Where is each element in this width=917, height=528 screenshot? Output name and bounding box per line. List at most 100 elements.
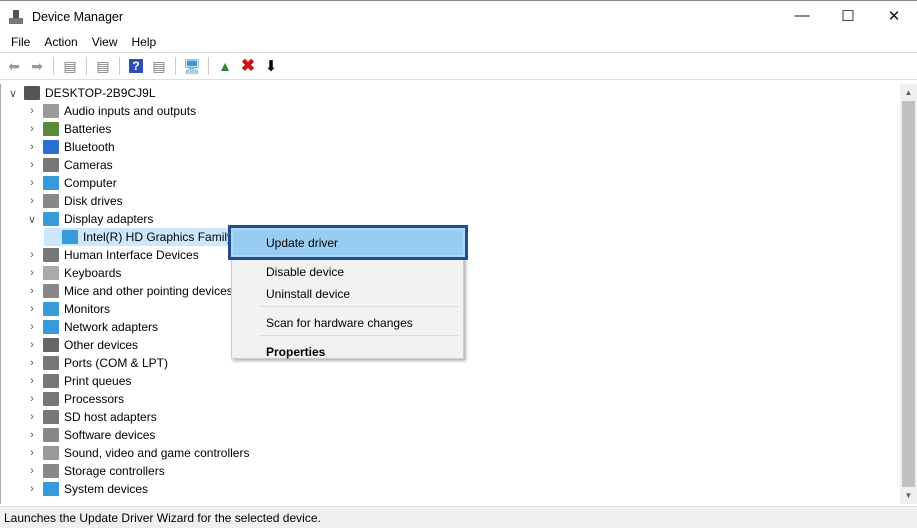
chevron-right-icon[interactable]: › xyxy=(25,393,39,405)
help-icon[interactable]: ? xyxy=(126,56,146,76)
tree-category[interactable]: › Sound, video and game controllers xyxy=(25,444,249,462)
tree-item-label: Network adapters xyxy=(64,320,159,334)
close-button[interactable]: ✕ xyxy=(871,0,917,31)
tree-category[interactable]: › Monitors xyxy=(25,300,110,318)
action-pane-icon[interactable]: ▤ xyxy=(149,56,169,76)
tree-item-label: Bluetooth xyxy=(64,140,115,154)
tree-item-label: DESKTOP-2B9CJ9L xyxy=(45,86,156,100)
uninstall-icon[interactable]: ✖ xyxy=(238,56,258,76)
disable-download-icon[interactable]: ⬇ xyxy=(261,56,281,76)
menu-help[interactable]: Help xyxy=(125,35,164,49)
show-hide-console-tree-icon[interactable]: ▤ xyxy=(60,56,80,76)
toolbar: ⬅ ➡ ▤ ▤ ? ▤ 🖥 ▲ ✖ ⬇ xyxy=(0,52,917,80)
tree-item-label: Software devices xyxy=(64,428,156,442)
scan-hardware-icon[interactable]: 🖥 xyxy=(182,56,202,76)
tree-category[interactable]: › System devices xyxy=(25,480,148,498)
menu-item-properties[interactable]: Properties xyxy=(266,345,325,359)
tree-category[interactable]: › Processors xyxy=(25,390,124,408)
chevron-down-icon[interactable]: ∨ xyxy=(6,87,20,100)
tree-category[interactable]: › Computer xyxy=(25,174,117,192)
chevron-right-icon[interactable]: › xyxy=(25,141,39,153)
device-icon xyxy=(62,230,78,244)
chevron-right-icon[interactable]: › xyxy=(25,429,39,441)
device-icon xyxy=(43,158,59,172)
tree-category[interactable]: › Other devices xyxy=(25,336,138,354)
menu-item-uninstall-device[interactable]: Uninstall device xyxy=(266,287,350,301)
tree-item-label: Keyboards xyxy=(64,266,122,280)
menu-view[interactable]: View xyxy=(85,35,125,49)
tree-category[interactable]: › SD host adapters xyxy=(25,408,157,426)
tree-item-label: Batteries xyxy=(64,122,112,136)
chevron-right-icon[interactable]: › xyxy=(25,159,39,171)
tree-category[interactable]: › Bluetooth xyxy=(25,138,115,156)
chevron-right-icon[interactable]: › xyxy=(25,321,39,333)
window-title: Device Manager xyxy=(32,9,124,24)
device-icon xyxy=(43,122,59,136)
chevron-right-icon[interactable]: › xyxy=(25,483,39,495)
tree-category[interactable]: › Batteries xyxy=(25,120,111,138)
tree-category[interactable]: ∨ Display adapters xyxy=(25,210,153,228)
chevron-right-icon[interactable]: › xyxy=(25,357,39,369)
back-icon[interactable]: ⬅ xyxy=(4,56,24,76)
menu-bar: File Action View Help xyxy=(0,32,917,52)
device-icon xyxy=(43,302,59,316)
tree-item-label: Monitors xyxy=(64,302,111,316)
tree-item-label: Sound, video and game controllers xyxy=(64,446,250,460)
menu-item-update-driver[interactable]: Update driver xyxy=(228,225,468,260)
tree-category[interactable]: › Software devices xyxy=(25,426,155,444)
minimize-button[interactable]: — xyxy=(779,0,825,31)
chevron-right-icon[interactable]: › xyxy=(25,411,39,423)
scrollbar-thumb[interactable] xyxy=(902,101,915,487)
tree-item-label: Cameras xyxy=(64,158,113,172)
tree-category[interactable]: › Mice and other pointing devices xyxy=(25,282,233,300)
scroll-up-arrow-icon[interactable]: ▲ xyxy=(900,84,917,101)
tree-category[interactable]: › Print queues xyxy=(25,372,131,390)
scroll-down-arrow-icon[interactable]: ▼ xyxy=(900,487,917,504)
chevron-right-icon[interactable]: › xyxy=(25,123,39,135)
device-icon xyxy=(43,482,59,496)
tree-category[interactable]: › Human Interface Devices xyxy=(25,246,199,264)
tree-category[interactable]: › Keyboards xyxy=(25,264,121,282)
tree-category[interactable]: › Cameras xyxy=(25,156,113,174)
tree-device[interactable]: Intel(R) HD Graphics Family xyxy=(44,228,234,246)
chevron-right-icon[interactable]: › xyxy=(25,105,39,117)
tree-category[interactable]: › Ports (COM & LPT) xyxy=(25,354,168,372)
menu-item-disable-device[interactable]: Disable device xyxy=(266,265,344,279)
tree-item-label: Display adapters xyxy=(64,212,154,226)
chevron-right-icon[interactable]: › xyxy=(25,303,39,315)
tree-category[interactable]: › Disk drives xyxy=(25,192,123,210)
chevron-right-icon[interactable]: › xyxy=(25,285,39,297)
status-bar: Launches the Update Driver Wizard for th… xyxy=(0,506,917,528)
tree-item-label: Ports (COM & LPT) xyxy=(64,356,169,370)
device-icon xyxy=(43,338,59,352)
chevron-right-icon[interactable]: › xyxy=(25,465,39,477)
vertical-scrollbar[interactable]: ▲ ▼ xyxy=(900,84,917,504)
forward-icon[interactable]: ➡ xyxy=(27,56,47,76)
update-driver-label: Update driver xyxy=(266,236,339,250)
menu-file[interactable]: File xyxy=(4,35,37,49)
chevron-right-icon[interactable]: › xyxy=(25,177,39,189)
device-icon xyxy=(43,284,59,298)
tree-category[interactable]: › Audio inputs and outputs xyxy=(25,102,196,120)
chevron-right-icon[interactable]: › xyxy=(25,447,39,459)
tree-root[interactable]: ∨ DESKTOP-2B9CJ9L xyxy=(6,84,156,102)
tree-item-label: Computer xyxy=(64,176,117,190)
menu-item-scan-hardware[interactable]: Scan for hardware changes xyxy=(266,316,413,330)
menu-action[interactable]: Action xyxy=(37,35,84,49)
tree-category[interactable]: › Network adapters xyxy=(25,318,158,336)
chevron-right-icon[interactable]: › xyxy=(25,375,39,387)
properties-icon[interactable]: ▤ xyxy=(93,56,113,76)
chevron-right-icon[interactable]: › xyxy=(25,249,39,261)
maximize-button[interactable]: ☐ xyxy=(825,0,871,31)
tree-category[interactable]: › Storage controllers xyxy=(25,462,165,480)
device-icon xyxy=(43,248,59,262)
device-icon xyxy=(43,176,59,190)
chevron-down-icon[interactable]: ∨ xyxy=(25,213,39,226)
device-icon xyxy=(43,104,59,118)
chevron-right-icon[interactable]: › xyxy=(25,195,39,207)
chevron-right-icon[interactable]: › xyxy=(25,339,39,351)
tree-item-label: Storage controllers xyxy=(64,464,165,478)
device-icon xyxy=(43,356,59,370)
update-driver-icon[interactable]: ▲ xyxy=(215,56,235,76)
chevron-right-icon[interactable]: › xyxy=(25,267,39,279)
